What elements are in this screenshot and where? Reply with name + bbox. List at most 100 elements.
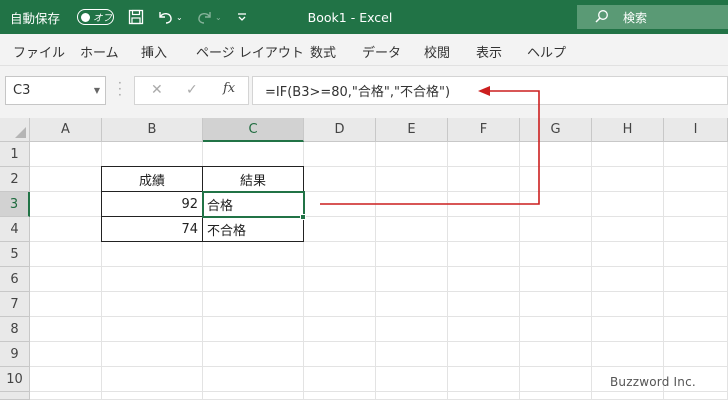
- enter-icon[interactable]: ✓: [186, 82, 198, 98]
- row-header-9[interactable]: 9: [0, 342, 30, 367]
- tab-page-layout[interactable]: ページ レイアウト: [196, 42, 304, 61]
- row-header-4[interactable]: 4: [0, 217, 30, 242]
- cell-h6[interactable]: [592, 267, 664, 292]
- cell-c10[interactable]: [203, 367, 304, 392]
- worksheet-grid[interactable]: A B C D E F G H I 1 2 3 4 5 6 7 8 9 10 成…: [0, 118, 728, 400]
- cell-i8[interactable]: [664, 317, 728, 342]
- cell-a5[interactable]: [30, 242, 102, 267]
- cancel-icon[interactable]: ✕: [151, 82, 163, 98]
- cell-d1[interactable]: [304, 142, 376, 167]
- cell-c2-header[interactable]: 結果: [203, 167, 304, 192]
- cell-f2[interactable]: [448, 167, 520, 192]
- cell-c7[interactable]: [203, 292, 304, 317]
- undo-dropdown-icon[interactable]: ⌄: [176, 0, 183, 34]
- cell-i11[interactable]: [664, 392, 728, 400]
- cell-b9[interactable]: [102, 342, 203, 367]
- cell-d8[interactable]: [304, 317, 376, 342]
- cell-c9[interactable]: [203, 342, 304, 367]
- cell-b7[interactable]: [102, 292, 203, 317]
- cell-a8[interactable]: [30, 317, 102, 342]
- cell-g10[interactable]: [520, 367, 592, 392]
- splitter-dots-icon[interactable]: · · ·: [118, 77, 122, 101]
- customize-qat-icon[interactable]: [233, 0, 251, 34]
- tab-data[interactable]: データ: [362, 42, 401, 61]
- cell-e8[interactable]: [376, 317, 448, 342]
- row-header-5[interactable]: 5: [0, 242, 30, 267]
- row-header-3[interactable]: 3: [0, 192, 30, 217]
- cell-e5[interactable]: [376, 242, 448, 267]
- cell-g1[interactable]: [520, 142, 592, 167]
- cell-b3[interactable]: 92: [102, 192, 203, 217]
- cell-d7[interactable]: [304, 292, 376, 317]
- insert-function-icon[interactable]: fx: [223, 81, 235, 96]
- tab-view[interactable]: 表示: [476, 42, 502, 61]
- cell-f8[interactable]: [448, 317, 520, 342]
- cell-b6[interactable]: [102, 267, 203, 292]
- cell-b8[interactable]: [102, 317, 203, 342]
- column-header-g[interactable]: G: [520, 118, 592, 142]
- cell-e3[interactable]: [376, 192, 448, 217]
- cell-f4[interactable]: [448, 217, 520, 242]
- cell-e6[interactable]: [376, 267, 448, 292]
- name-box-dropdown-icon[interactable]: ▼: [94, 86, 100, 95]
- cell-f6[interactable]: [448, 267, 520, 292]
- cell-a2[interactable]: [30, 167, 102, 192]
- cell-i6[interactable]: [664, 267, 728, 292]
- row-header-7[interactable]: 7: [0, 292, 30, 317]
- cell-d5[interactable]: [304, 242, 376, 267]
- cell-i9[interactable]: [664, 342, 728, 367]
- cell-a9[interactable]: [30, 342, 102, 367]
- column-header-i[interactable]: I: [664, 118, 728, 142]
- cell-h4[interactable]: [592, 217, 664, 242]
- cell-h5[interactable]: [592, 242, 664, 267]
- cell-h7[interactable]: [592, 292, 664, 317]
- cell-e11[interactable]: [376, 392, 448, 400]
- cell-g3[interactable]: [520, 192, 592, 217]
- save-icon[interactable]: [127, 0, 145, 34]
- column-header-d[interactable]: D: [304, 118, 376, 142]
- cell-g4[interactable]: [520, 217, 592, 242]
- cell-h11[interactable]: [592, 392, 664, 400]
- cell-g2[interactable]: [520, 167, 592, 192]
- cell-i4[interactable]: [664, 217, 728, 242]
- tab-help[interactable]: ヘルプ: [527, 42, 566, 61]
- cell-b4[interactable]: 74: [102, 217, 203, 242]
- tab-formulas[interactable]: 数式: [310, 42, 336, 61]
- column-header-f[interactable]: F: [448, 118, 520, 142]
- redo-dropdown-icon[interactable]: ⌄: [215, 0, 222, 34]
- cell-b2-header[interactable]: 成績: [102, 167, 203, 192]
- tab-home[interactable]: ホーム: [80, 42, 119, 61]
- cell-h3[interactable]: [592, 192, 664, 217]
- cell-a10[interactable]: [30, 367, 102, 392]
- search-box[interactable]: 検索: [577, 5, 728, 29]
- column-header-a[interactable]: A: [30, 118, 102, 142]
- cell-g6[interactable]: [520, 267, 592, 292]
- cell-a4[interactable]: [30, 217, 102, 242]
- cell-c5[interactable]: [203, 242, 304, 267]
- row-header-8[interactable]: 8: [0, 317, 30, 342]
- cell-f7[interactable]: [448, 292, 520, 317]
- cell-b11[interactable]: [102, 392, 203, 400]
- cell-d4[interactable]: [304, 217, 376, 242]
- cell-a6[interactable]: [30, 267, 102, 292]
- row-header-1[interactable]: 1: [0, 142, 30, 167]
- cell-g9[interactable]: [520, 342, 592, 367]
- cell-h1[interactable]: [592, 142, 664, 167]
- cell-d2[interactable]: [304, 167, 376, 192]
- row-header-10[interactable]: 10: [0, 367, 30, 392]
- cell-a7[interactable]: [30, 292, 102, 317]
- cell-a11[interactable]: [30, 392, 102, 400]
- cell-c6[interactable]: [203, 267, 304, 292]
- cell-c4[interactable]: 不合格: [203, 217, 304, 242]
- cell-a3[interactable]: [30, 192, 102, 217]
- cell-d10[interactable]: [304, 367, 376, 392]
- cell-a1[interactable]: [30, 142, 102, 167]
- cell-b5[interactable]: [102, 242, 203, 267]
- cell-d3[interactable]: [304, 192, 376, 217]
- cell-h9[interactable]: [592, 342, 664, 367]
- cell-h2[interactable]: [592, 167, 664, 192]
- cell-f5[interactable]: [448, 242, 520, 267]
- cell-f9[interactable]: [448, 342, 520, 367]
- cell-e9[interactable]: [376, 342, 448, 367]
- cell-d9[interactable]: [304, 342, 376, 367]
